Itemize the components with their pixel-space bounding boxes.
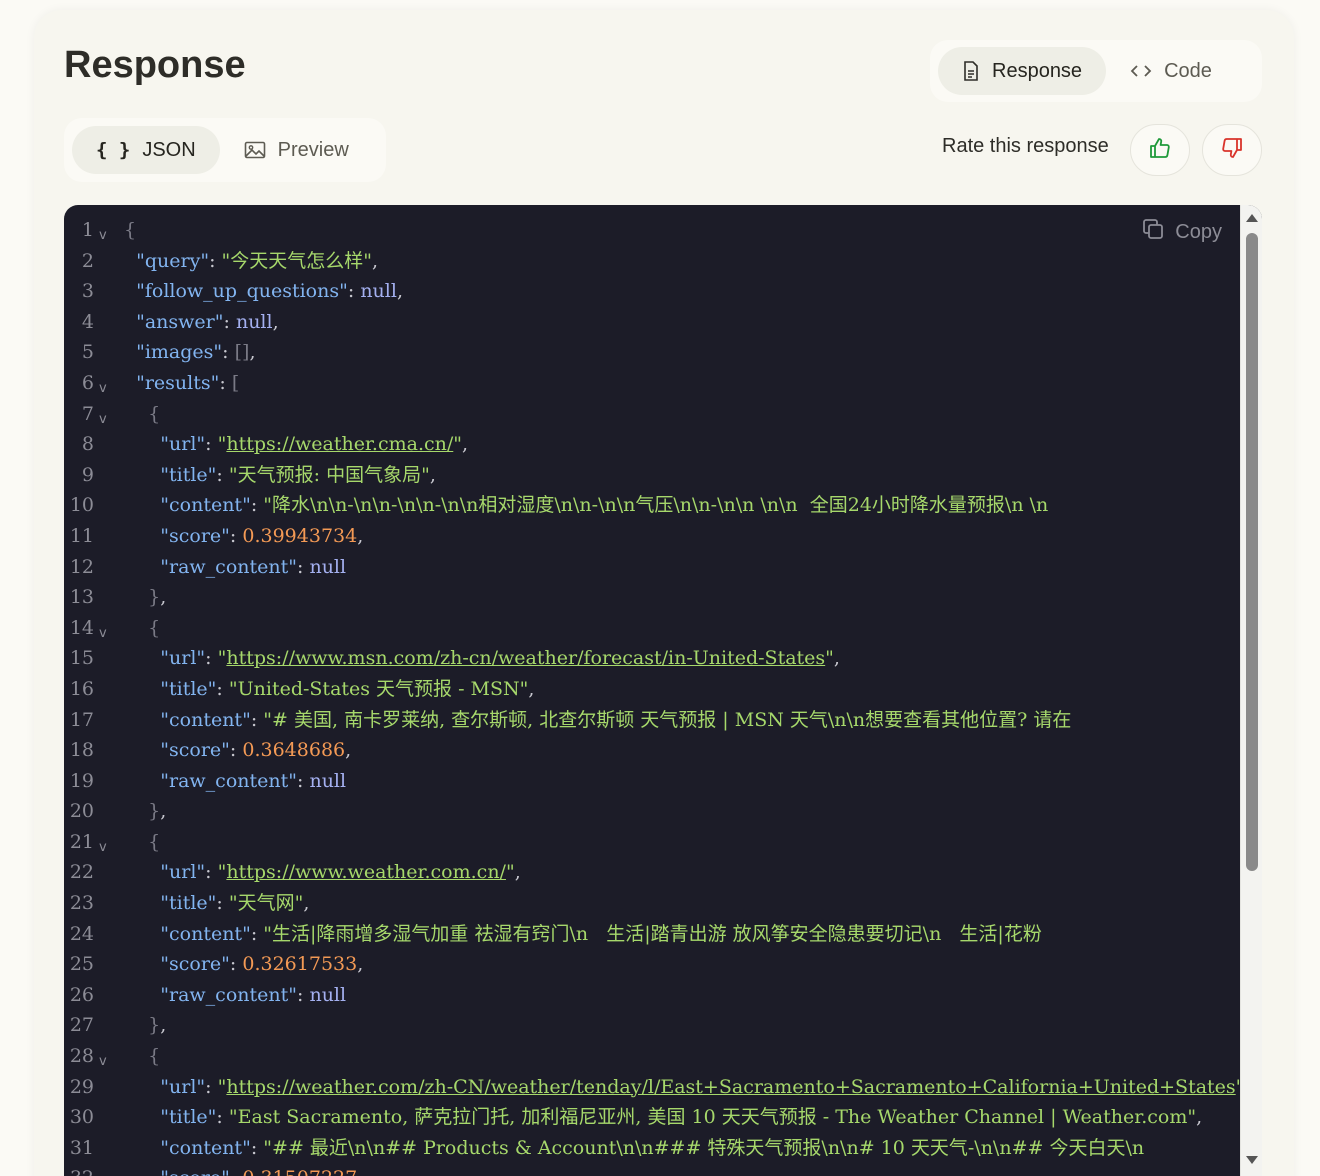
code-line-9: "title": "天气预报: 中国气象局", [160,463,436,486]
tab-response-label: Response [992,59,1083,82]
code-line-14: { [148,616,161,639]
result-4-url-link[interactable]: https://weather.com/zh-CN/weather/tenday… [226,1076,1235,1098]
line-number: 11 [69,524,94,547]
code-line-22: "url": "https://www.weather.com.cn/", [160,861,521,884]
code-line-30: "title": "East Sacramento, 萨克拉门托, 加利福尼亚州… [160,1106,1203,1129]
line-number: 13 [69,586,94,609]
view-toggle: Response Code [930,40,1262,102]
line-number: 27 [69,1014,94,1037]
tab-preview[interactable]: Preview [220,126,373,174]
line-number: 8 [81,433,94,456]
code-line-25: "score": 0.32617533, [160,953,364,976]
code-line-4: "answer": null, [136,310,279,333]
line-number: 10 [69,494,94,517]
code-line-6: "results": [ [136,371,240,394]
line-number: 22 [69,861,94,884]
copy-icon [1141,217,1175,247]
line-number: 15 [69,647,94,670]
tab-preview-label: Preview [277,138,349,161]
result-2-url-link[interactable]: https://www.msn.com/zh-cn/weather/foreca… [226,647,825,669]
code-line-32: "score": 0.31507227, [124,1163,1240,1176]
line-number: 24 [69,922,94,945]
code-line-15: "url": "https://www.msn.com/zh-cn/weathe… [160,647,840,670]
code-line-17: "content": "# 美国, 南卡罗莱纳, 查尔斯顿, 北查尔斯顿 天气预… [160,708,1072,731]
code-line-2: "query": "今天天气怎么样", [136,249,379,272]
code-line-27: }, [148,1014,167,1037]
line-number: 20 [69,800,94,823]
code-line-3: "follow_up_questions": null, [136,280,403,303]
line-gutter: 1 v 2 3 4 5 6 v 7 v 8 9 10 11 12 13 14 v 15 16 17 18 19 20 21 v 22… [64,215,124,1176]
code-line-31: "content": "## 最近\n\n## Products & Accou… [160,1136,1145,1159]
code-line-10: "content": "降水\n\n-\n\n-\n\n-\n\n相对湿度\n\… [160,494,1049,517]
line-number: 29 [69,1075,94,1098]
code-line-19: "raw_content": null [160,769,347,792]
code-line-28: { [148,1045,161,1068]
code-line-21: { [148,830,161,853]
copy-button[interactable]: Copy [1141,217,1222,247]
line-number: 16 [69,677,94,700]
line-number: 23 [69,892,94,915]
line-number: 32 [64,1163,124,1176]
line-number: 19 [69,769,94,792]
line-number: 1v [64,215,124,246]
code-line-8: "url": "https://weather.cma.cn/", [160,433,469,456]
line-number: 5 [81,341,94,364]
line-number: 9 [81,463,94,486]
line-number: 21 v [64,827,124,858]
json-viewer: 1 v 2 3 4 5 6 v 7 v 8 9 10 11 12 13 14 v 15 16 17 18 19 20 21 v 22… [64,205,1262,1176]
code-line-1: { [124,219,137,241]
copy-label: Copy [1175,220,1222,243]
scrollbar-thumb[interactable] [1246,233,1258,871]
line-number: 3 [81,280,94,303]
code-line-18: "score": 0.3648686, [160,739,352,762]
line-number: 28 v [64,1041,124,1072]
line-number: 2 [81,249,94,272]
line-number: 30 [69,1106,94,1129]
line-number: 26 [69,983,94,1006]
scroll-down-arrow-icon[interactable] [1246,1156,1258,1164]
line-number: 14 v [64,613,124,644]
tab-response[interactable]: Response [938,47,1107,95]
code-line-13: }, [148,586,167,609]
braces-icon: { } [96,139,131,161]
result-3-url-link[interactable]: https://www.weather.com.cn/ [226,861,506,883]
thumbs-down-button[interactable] [1202,124,1262,176]
vertical-scrollbar[interactable] [1240,205,1262,1176]
code-line-12: "raw_content": null [160,555,347,578]
tab-json[interactable]: { } JSON [72,126,220,174]
code-line-16: "title": "United-States 天气预报 - MSN", [160,677,535,700]
line-number: 18 [69,739,94,762]
line-number: 7v [64,399,124,430]
code-brackets-icon [1130,63,1152,79]
format-toggle: { } JSON Preview [64,118,386,182]
code-line-26: "raw_content": null [160,983,347,1006]
code-line-23: "title": "天气网", [160,892,310,915]
line-number: 12 [69,555,94,578]
code-line-24: "content": "生活|降雨增多湿气加重 祛湿有窍门\n 生活|踏青出游 … [160,922,1042,945]
code-lines: { "query": "今天天气怎么样", "follow_up_questio… [124,215,1240,1176]
line-number: 4 [81,310,94,333]
thumbs-up-icon [1148,136,1172,165]
code-line-20: }, [148,800,167,823]
scroll-up-arrow-icon[interactable] [1246,214,1258,222]
tab-code-label: Code [1164,59,1212,82]
rate-label: Rate this response [942,135,1109,157]
tab-code[interactable]: Code [1106,47,1236,95]
line-number: 6v [64,368,124,399]
line-number: 31 [69,1136,94,1159]
page-title: Response [64,44,246,86]
thumbs-up-button[interactable] [1130,124,1190,176]
code-line-7: { [148,402,161,425]
line-number: 25 [69,953,94,976]
code-line-29: "url": "https://weather.com/zh-CN/weathe… [160,1075,1240,1098]
result-1-url-link[interactable]: https://weather.cma.cn/ [226,433,453,455]
line-number: 17 [69,708,94,731]
code-line-11: "score": 0.39943734, [160,524,364,547]
tab-json-label: JSON [142,138,196,161]
document-icon [962,61,980,81]
image-icon [244,141,266,159]
thumbs-down-icon [1220,136,1244,165]
code-line-5: "images": [], [136,341,256,364]
